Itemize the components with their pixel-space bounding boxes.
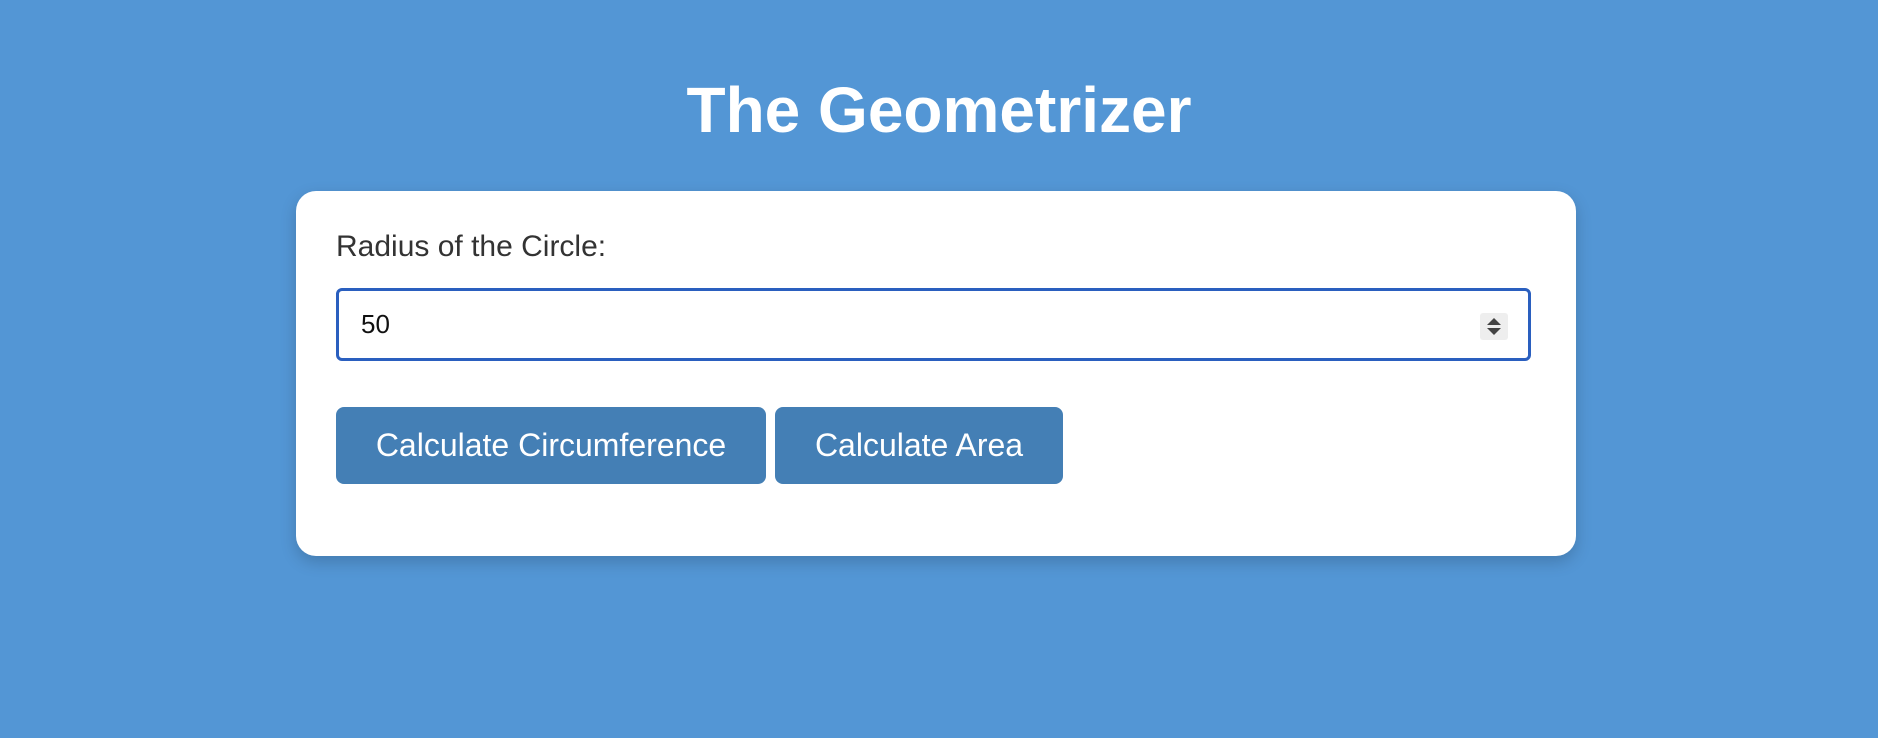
calculate-circumference-button[interactable]: Calculate Circumference <box>336 407 766 484</box>
radius-input-wrapper[interactable] <box>336 288 1531 361</box>
calculator-card: Radius of the Circle: Calculate Circumfe… <box>296 191 1576 556</box>
spinner-up-arrow-icon[interactable] <box>1487 318 1501 325</box>
spinner-down-arrow-icon[interactable] <box>1487 328 1501 335</box>
radius-input[interactable] <box>339 291 1528 358</box>
calculate-area-button[interactable]: Calculate Area <box>775 407 1063 484</box>
number-spinner-icon[interactable] <box>1480 313 1508 340</box>
page-title: The Geometrizer <box>686 74 1192 146</box>
radius-label: Radius of the Circle: <box>336 230 607 263</box>
